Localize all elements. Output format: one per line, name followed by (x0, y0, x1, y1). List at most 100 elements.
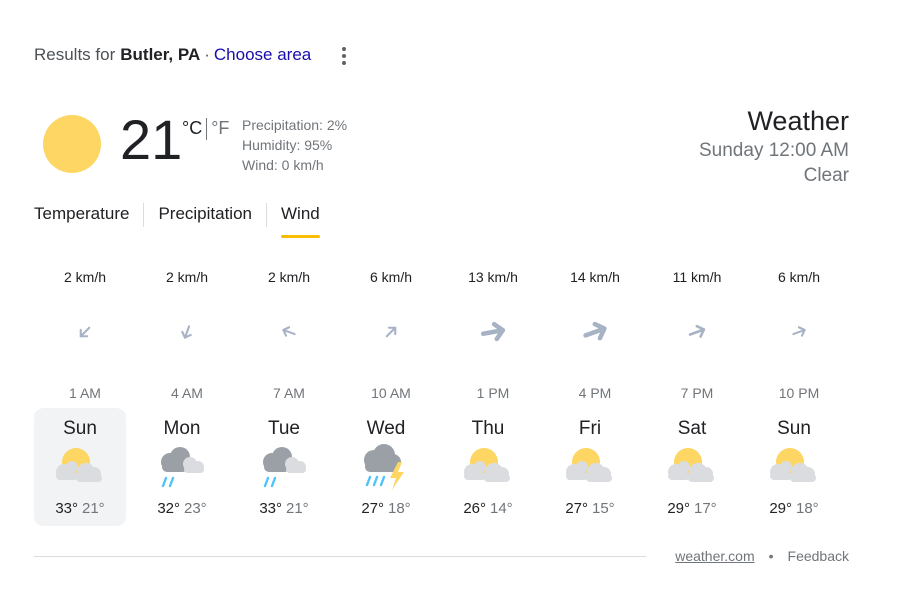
wind-direction-cell (34, 296, 136, 368)
wind-time: 10 PM (778, 385, 820, 401)
sun-icon (43, 115, 101, 173)
current-datetime: Sunday 12:00 AM (699, 140, 849, 161)
wind-arrow-icon (282, 326, 296, 337)
forecast-day[interactable]: Wed 27° 18° (340, 408, 432, 526)
unit-toggle: °C °F (182, 118, 229, 140)
low-temp: 15° (592, 500, 615, 517)
wind-arrow-icon (79, 326, 91, 338)
choose-area-link[interactable]: Choose area (214, 45, 311, 65)
day-name: Sun (63, 418, 97, 439)
tab-precipitation[interactable]: Precipitation (144, 200, 266, 230)
footer: weather.com • Feedback (675, 548, 849, 564)
wind-direction-cell (748, 296, 850, 368)
humidity-text: Humidity: 95% (242, 137, 333, 153)
wind-arrow-row (34, 296, 850, 368)
forecast-icon (442, 442, 534, 492)
wind-text: Wind: 0 km/h (242, 157, 324, 173)
separator-dot: · (204, 45, 210, 64)
forecast-day[interactable]: Sun 33° 21° (34, 408, 126, 526)
day-temps: 29° 18° (748, 500, 840, 517)
thunderstorm-icon (364, 444, 404, 490)
wind-speed: 13 km/h (468, 269, 518, 285)
chart-tabs: Temperature Precipitation Wind (34, 200, 334, 238)
wind-speed: 11 km/h (672, 269, 722, 285)
forecast-day[interactable]: Sat 29° 17° (646, 408, 738, 526)
high-temp: 27° (361, 500, 384, 517)
low-temp: 21° (82, 500, 105, 517)
results-header: Results for Butler, PA · Choose area (34, 45, 311, 65)
feedback-link[interactable]: Feedback (788, 548, 849, 564)
current-condition: Clear (803, 165, 849, 186)
high-temp: 32° (157, 500, 180, 517)
day-name: Mon (163, 418, 201, 439)
unit-divider (206, 118, 208, 140)
wind-time: 4 PM (578, 385, 612, 401)
wind-arrow-icon (792, 326, 806, 337)
day-temps: 33° 21° (34, 500, 126, 517)
forecast-icon (340, 442, 432, 492)
partly-cloudy-icon (56, 448, 102, 482)
low-temp: 14° (490, 500, 513, 517)
forecast-icon (34, 442, 126, 492)
forecast-day[interactable]: Fri 27° 15° (544, 408, 636, 526)
wind-time: 10 AM (371, 385, 411, 401)
wind-time: 4 AM (171, 385, 203, 401)
wind-arrow-icon (480, 321, 506, 342)
wind-time: 1 AM (69, 385, 101, 401)
wind-speed-row: 2 km/h 2 km/h 2 km/h 6 km/h 13 km/h 14 km/h 11… (34, 260, 850, 296)
wind-speed: 6 km/h (777, 269, 820, 285)
wind-speed: 2 km/h (267, 269, 310, 285)
wind-direction-cell (442, 296, 544, 368)
footer-dot: • (768, 548, 774, 564)
weather-details: Precipitation: 2% Humidity: 95% Wind: 0 … (242, 115, 347, 175)
day-temps: 29° 17° (646, 500, 738, 517)
kebab-menu-icon[interactable] (336, 45, 352, 67)
wind-time: 7 PM (680, 385, 714, 401)
daily-forecast: Sun 33° 21° Mon 32° 23° Tue 33° 21° Wed 27° 18° Thu 2… (34, 408, 850, 526)
tab-wind[interactable]: Wind (267, 200, 334, 238)
wind-chart: 2 km/h 2 km/h 2 km/h 6 km/h 13 km/h 14 km/h 11… (34, 260, 850, 401)
precipitation-text: Precipitation: 2% (242, 117, 348, 133)
low-temp: 18° (796, 500, 819, 517)
forecast-day[interactable]: Sun 29° 18° (748, 408, 840, 526)
high-temp: 29° (769, 500, 792, 517)
wind-direction-cell (238, 296, 340, 368)
weather-source-link[interactable]: weather.com (675, 548, 754, 564)
forecast-icon (748, 442, 840, 492)
wind-time: 7 AM (273, 385, 305, 401)
high-temp: 29° (667, 500, 690, 517)
fahrenheit-unit[interactable]: °F (211, 118, 229, 139)
weather-summary: Weather Sunday 12:00 AM Clear (699, 104, 849, 188)
low-temp: 21° (286, 500, 309, 517)
day-temps: 33° 21° (238, 500, 330, 517)
low-temp: 18° (388, 500, 411, 517)
high-temp: 26° (463, 500, 486, 517)
forecast-icon (238, 442, 330, 492)
forecast-day[interactable]: Mon 32° 23° (136, 408, 228, 526)
forecast-day[interactable]: Tue 33° 21° (238, 408, 330, 526)
location-name: Butler, PA (120, 45, 201, 64)
rain-icon (263, 447, 306, 488)
forecast-icon (136, 442, 228, 492)
partly-cloudy-icon (668, 448, 714, 482)
weather-title: Weather (747, 106, 849, 136)
wind-direction-cell (646, 296, 748, 368)
wind-speed: 14 km/h (570, 269, 620, 285)
celsius-unit[interactable]: °C (182, 118, 202, 139)
wind-direction-cell (340, 296, 442, 368)
wind-speed: 2 km/h (165, 269, 208, 285)
wind-time: 1 PM (476, 385, 510, 401)
wind-arrow-icon (385, 326, 397, 338)
partly-cloudy-icon (770, 448, 816, 482)
forecast-day[interactable]: Thu 26° 14° (442, 408, 534, 526)
current-temperature: 21 (120, 108, 183, 171)
forecast-icon (544, 442, 636, 492)
day-name: Sat (677, 418, 707, 439)
wind-direction-cell (136, 296, 238, 368)
footer-divider (34, 556, 646, 557)
tab-temperature[interactable]: Temperature (34, 200, 143, 230)
wind-arrow-icon (181, 325, 192, 339)
wind-speed: 6 km/h (369, 269, 412, 285)
wind-speed: 2 km/h (63, 269, 106, 285)
wind-arrow-icon (688, 324, 706, 338)
